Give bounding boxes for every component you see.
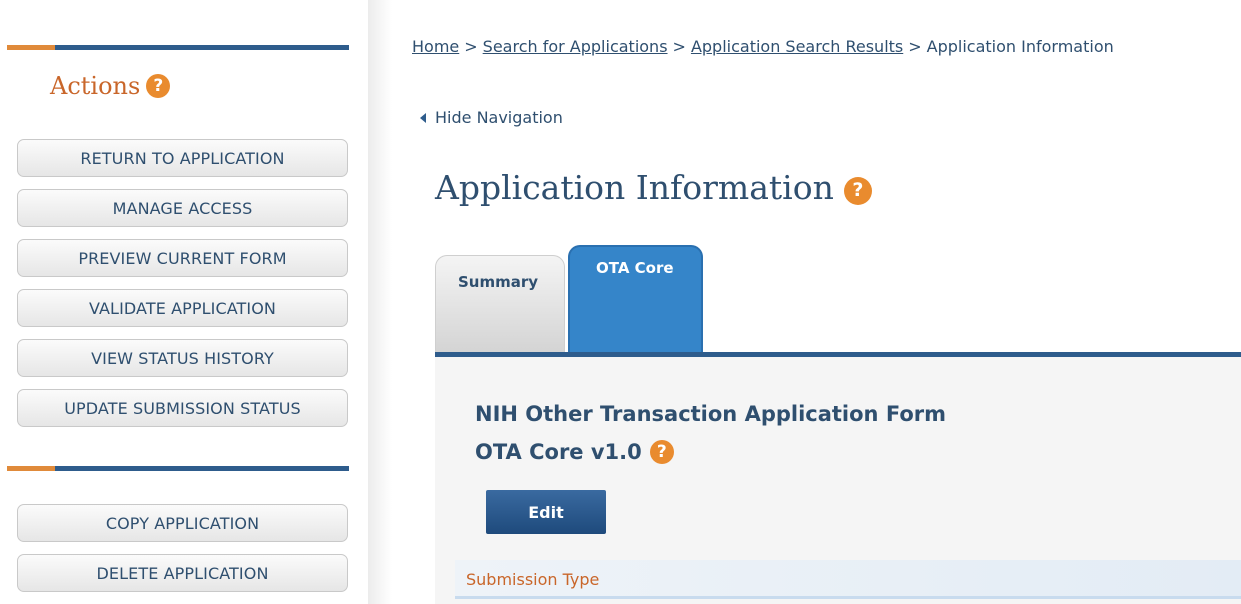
delete-application-button[interactable]: DELETE APPLICATION: [17, 554, 348, 592]
help-icon[interactable]: ?: [146, 74, 171, 98]
form-title-line1: NIH Other Transaction Application Form: [475, 402, 946, 426]
form-title: NIH Other Transaction Application Form O…: [475, 395, 946, 471]
copy-application-button[interactable]: COPY APPLICATION: [17, 504, 348, 542]
return-to-application-button[interactable]: RETURN TO APPLICATION: [17, 139, 348, 177]
breadcrumb-separator: >: [908, 37, 922, 56]
validate-application-button[interactable]: VALIDATE APPLICATION: [17, 289, 348, 327]
sidebar-divider-top: [7, 45, 349, 50]
form-version: OTA Core v1.0: [475, 440, 642, 464]
page-title-text: Application Information: [435, 168, 834, 207]
tab-summary[interactable]: Summary: [435, 255, 565, 355]
actions-sidebar: Actions ? RETURN TO APPLICATION MANAGE A…: [0, 0, 368, 604]
manage-access-button[interactable]: MANAGE ACCESS: [17, 189, 348, 227]
divider-accent: [7, 45, 55, 50]
tab-ota-core[interactable]: OTA Core: [568, 245, 703, 355]
breadcrumb-separator: >: [464, 37, 478, 56]
help-icon[interactable]: ?: [649, 440, 674, 464]
preview-current-form-button[interactable]: PREVIEW CURRENT FORM: [17, 239, 348, 277]
breadcrumb-current: Application Information: [926, 37, 1114, 56]
breadcrumb: Home > Search for Applications > Application…: [412, 37, 1114, 56]
page-title: Application Information ?: [435, 168, 872, 207]
sidebar-divider-bottom: [7, 466, 349, 471]
submission-type-label: Submission Type: [466, 570, 600, 589]
actions-title-text: Actions: [50, 72, 141, 100]
actions-heading: Actions ?: [50, 72, 171, 100]
hide-navigation-link[interactable]: Hide Navigation: [420, 108, 563, 127]
breadcrumb-search-link[interactable]: Search for Applications: [483, 37, 668, 56]
breadcrumb-separator: >: [672, 37, 686, 56]
edit-button[interactable]: Edit: [486, 490, 606, 534]
breadcrumb-home-link[interactable]: Home: [412, 37, 459, 56]
form-title-line2-row: OTA Core v1.0 ?: [475, 433, 946, 471]
divider-accent: [7, 466, 55, 471]
update-submission-status-button[interactable]: UPDATE SUBMISSION STATUS: [17, 389, 348, 427]
sidebar-shadow: [368, 0, 392, 604]
hide-navigation-label: Hide Navigation: [435, 108, 563, 127]
help-icon[interactable]: ?: [843, 176, 872, 205]
view-status-history-button[interactable]: VIEW STATUS HISTORY: [17, 339, 348, 377]
caret-left-icon: [420, 112, 426, 123]
breadcrumb-results-link[interactable]: Application Search Results: [691, 37, 903, 56]
